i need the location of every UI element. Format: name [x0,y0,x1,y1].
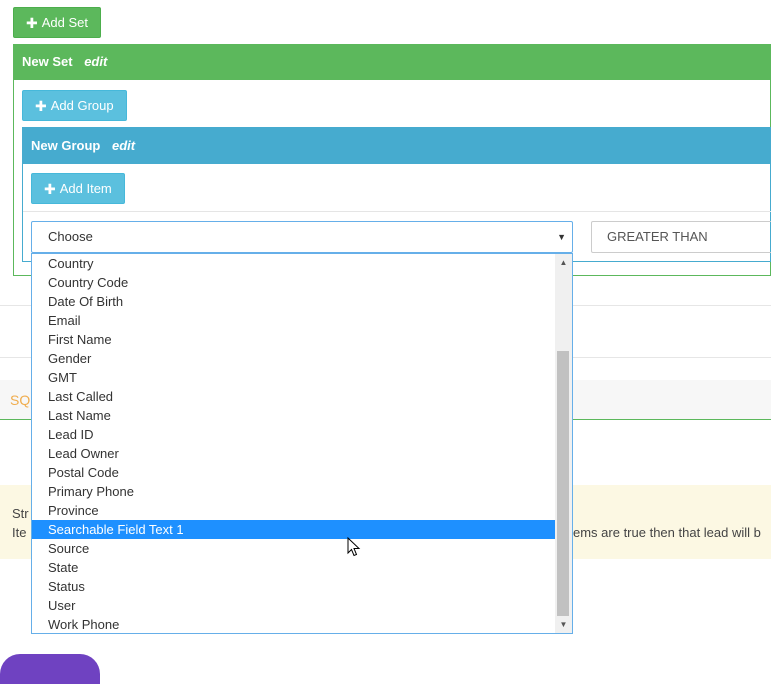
dropdown-option[interactable]: Email [32,311,556,330]
dropdown-option[interactable]: Status [32,577,556,596]
dropdown-option[interactable]: Last Called [32,387,556,406]
scroll-thumb[interactable] [557,351,569,616]
group-header: New Group edit [22,127,771,164]
add-group-button[interactable]: ✚ Add Group [22,90,127,121]
operator-value: GREATER THAN [607,229,708,244]
option-list: Country Country Code Date Of Birth Email Fir… [32,254,556,633]
operator-select[interactable]: GREATER THAN [591,221,771,253]
caret-down-icon: ▼ [557,232,566,242]
add-item-button[interactable]: ✚ Add Item [31,173,125,204]
dropdown-scrollbar[interactable]: ▲ ▼ [555,254,572,633]
dropdown-option[interactable]: Province [32,501,556,520]
dropdown-option[interactable]: GMT [32,368,556,387]
item-separator [23,211,771,212]
dropdown-option[interactable]: First Name [32,330,556,349]
dropdown-option[interactable]: Lead ID [32,425,556,444]
info-line-1: Str [12,506,29,521]
dropdown-option[interactable]: User [32,596,556,615]
add-group-label: Add Group [50,97,114,113]
dropdown-option[interactable]: Searchable Field Text 1 [32,520,556,539]
mouse-pointer-icon [347,537,361,557]
dropdown-option[interactable]: State [32,558,556,577]
dropdown-option[interactable]: Country [32,254,556,273]
plus-icon: ✚ [35,97,47,114]
scroll-down-icon[interactable]: ▼ [555,616,572,633]
set-header: New Set edit [13,44,771,80]
field-select-value: Choose [48,229,93,244]
info-line-2: Ite [12,525,27,540]
dropdown-option[interactable]: Gender [32,349,556,368]
set-edit-link[interactable]: edit [84,54,107,69]
plus-icon: ✚ [44,180,56,197]
purple-button[interactable] [0,654,100,684]
dropdown-option[interactable]: Source [32,539,556,558]
add-item-label: Add Item [59,180,112,196]
add-set-button[interactable]: ✚ Add Set [13,7,101,38]
info-line-2-end: ems are true then that lead will b [573,525,761,540]
plus-icon: ✚ [26,14,38,31]
dropdown-option[interactable]: Primary Phone [32,482,556,501]
add-set-label: Add Set [41,14,88,30]
dropdown-option[interactable]: Country Code [32,273,556,292]
scroll-up-icon[interactable]: ▲ [555,254,572,271]
dropdown-option[interactable]: Work Phone [32,615,556,633]
dropdown-option[interactable]: Last Name [32,406,556,425]
set-title: New Set [22,54,73,69]
field-select[interactable]: Choose ▼ [31,221,573,253]
field-dropdown-list[interactable]: Country Country Code Date Of Birth Email Fir… [31,253,573,634]
dropdown-option[interactable]: Lead Owner [32,444,556,463]
dropdown-option[interactable]: Date Of Birth [32,292,556,311]
group-edit-link[interactable]: edit [112,138,135,153]
dropdown-option[interactable]: Postal Code [32,463,556,482]
group-title: New Group [31,138,101,153]
